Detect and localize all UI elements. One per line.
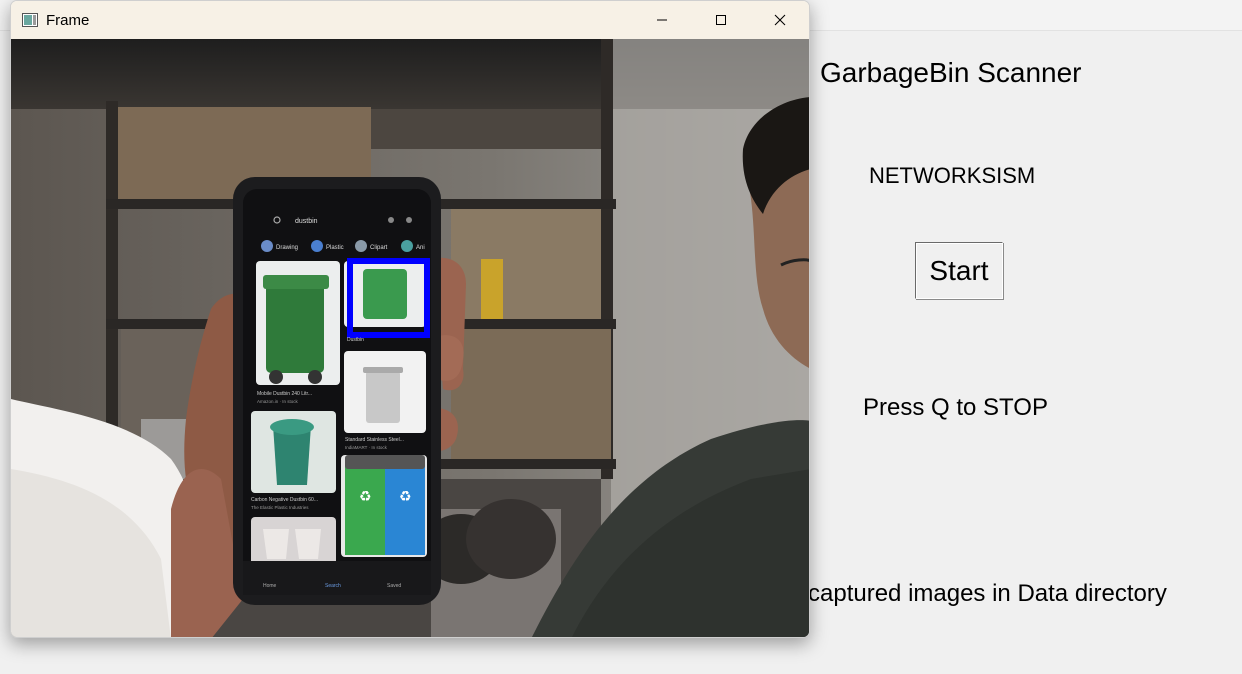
result-caption: Carbon Negative Dustbin 60... (251, 497, 318, 503)
result-caption: Dustbin (347, 337, 364, 343)
result-caption: Mobile Dustbin 240 Litr... (257, 391, 312, 397)
chip-ani: Ani (416, 245, 425, 251)
result-source: IndiaMART · In stock (345, 445, 388, 450)
frame-titlebar[interactable]: Frame (11, 1, 809, 39)
close-button[interactable] (757, 1, 803, 39)
recycle-icon: ♻ (359, 489, 372, 505)
nav-home: Home (263, 583, 277, 589)
maximize-button[interactable] (698, 1, 744, 39)
chip-plastic: Plastic (326, 245, 344, 251)
stop-hint-label: Press Q to STOP (863, 394, 1048, 421)
minimize-icon (657, 19, 667, 21)
frame-title: Frame (46, 12, 90, 29)
smartphone: dustbin Drawing Plastic Clipart Ani Mobi… (233, 177, 441, 605)
recycle-icon: ♻ (399, 489, 412, 505)
result-card (251, 517, 336, 567)
app-window-icon (22, 13, 38, 27)
result-source: The Elastic Plastic Industries (251, 505, 309, 510)
chip-drawing: Drawing (276, 245, 298, 251)
minimize-button[interactable] (639, 1, 685, 39)
camera-feed: dustbin Drawing Plastic Clipart Ani Mobi… (11, 39, 809, 637)
capture-info-label: captured images in Data directory (808, 580, 1167, 607)
maximize-icon (716, 15, 726, 25)
close-icon (774, 14, 786, 26)
start-button[interactable]: Start (915, 242, 1003, 299)
result-caption: Standard Stainless Steel... (345, 437, 404, 443)
brand-label: NETWORKSISM (869, 163, 1036, 188)
search-query: dustbin (295, 218, 318, 225)
frame-window: Frame dustbin Drawing Plastic Clipart An… (10, 0, 810, 638)
app-title: GarbageBin Scanner (820, 57, 1082, 88)
nav-search: Search (325, 583, 341, 589)
result-source: Amazon.in · In stock (257, 399, 299, 404)
nav-saved: Saved (387, 583, 401, 589)
chip-clipart: Clipart (370, 245, 388, 251)
